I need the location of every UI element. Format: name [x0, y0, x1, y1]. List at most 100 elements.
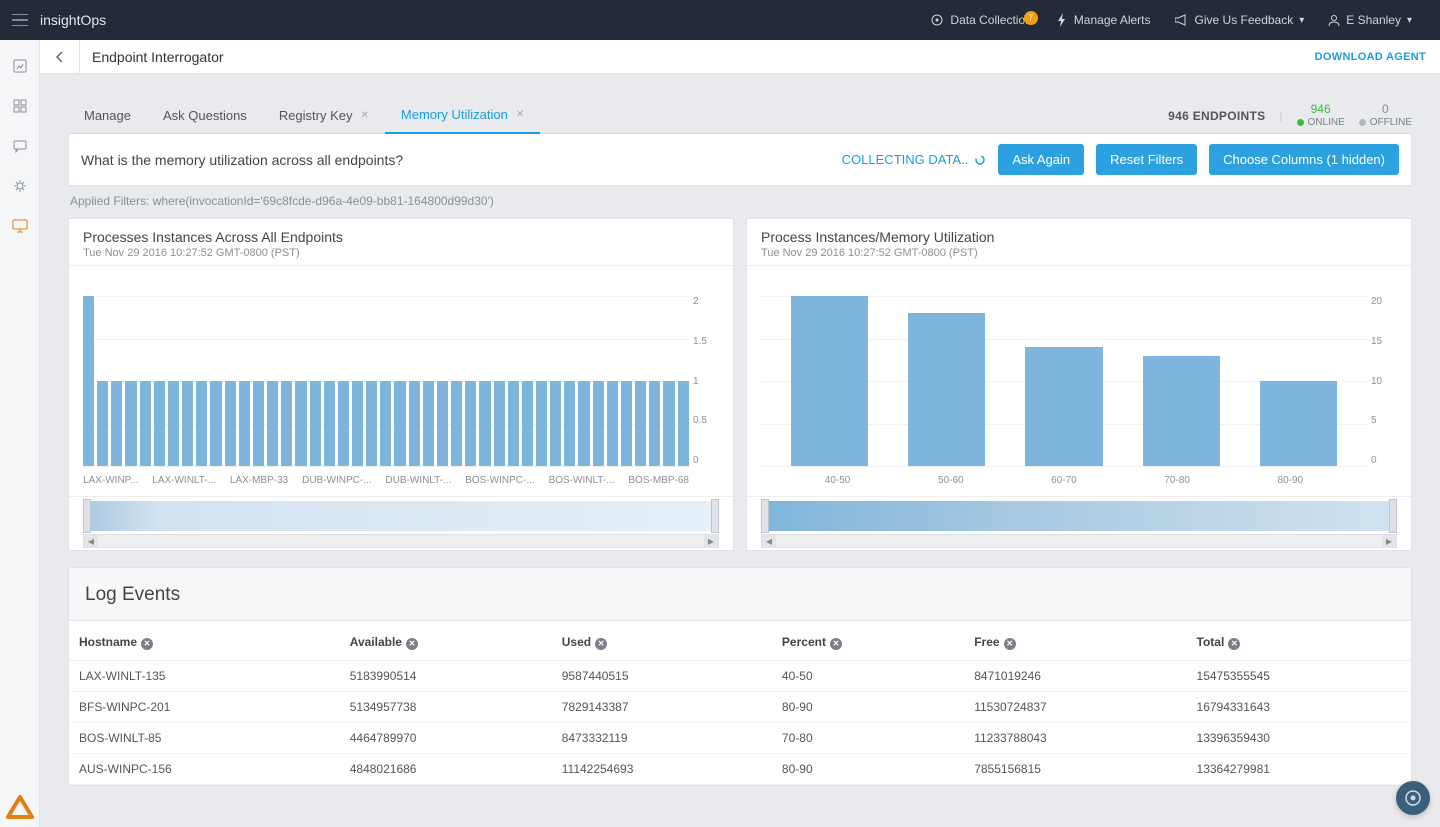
- bar[interactable]: [678, 381, 689, 466]
- bar[interactable]: [635, 381, 646, 466]
- overview-handle-left[interactable]: [761, 499, 769, 533]
- bar[interactable]: [522, 381, 533, 466]
- choose-columns-button[interactable]: Choose Columns (1 hidden): [1209, 144, 1399, 175]
- bar[interactable]: [239, 381, 250, 466]
- column-remove-icon[interactable]: ✕: [830, 638, 842, 650]
- bar[interactable]: [451, 381, 462, 466]
- column-header[interactable]: Free✕: [964, 621, 1186, 660]
- table-row[interactable]: BOS-WINLT-854464789970847333211970-80112…: [69, 722, 1411, 753]
- scroll-left-icon[interactable]: ◀: [84, 535, 98, 547]
- bar[interactable]: [607, 381, 618, 466]
- bar[interactable]: [908, 313, 985, 466]
- chart-body[interactable]: 2 1.5 1 0.5 0 LAX-WINP...LAX-WINLT-...LA…: [69, 266, 733, 496]
- bar[interactable]: [324, 381, 335, 466]
- chart-overview[interactable]: ◀ ▶: [747, 496, 1411, 550]
- column-header[interactable]: Available✕: [340, 621, 552, 660]
- bar[interactable]: [380, 381, 391, 466]
- overview-handle-right[interactable]: [711, 499, 719, 533]
- bar[interactable]: [366, 381, 377, 466]
- bar[interactable]: [154, 381, 165, 466]
- scroll-right-icon[interactable]: ▶: [704, 535, 718, 547]
- table-row[interactable]: BFS-WINPC-2015134957738782914338780-9011…: [69, 691, 1411, 722]
- scroll-right-icon[interactable]: ▶: [1382, 535, 1396, 547]
- bar[interactable]: [394, 381, 405, 466]
- bar[interactable]: [253, 381, 264, 466]
- bar[interactable]: [409, 381, 420, 466]
- rail-card-icon[interactable]: [12, 58, 28, 74]
- back-button[interactable]: [40, 40, 80, 74]
- nav-data-collection[interactable]: Data Collection 7: [918, 13, 1043, 27]
- bar[interactable]: [267, 381, 278, 466]
- tab-memory-utilization[interactable]: Memory Utilization✕: [385, 98, 540, 134]
- bar[interactable]: [1260, 381, 1337, 466]
- bar[interactable]: [621, 381, 632, 466]
- column-remove-icon[interactable]: ✕: [1004, 638, 1016, 650]
- overview-handle-left[interactable]: [83, 499, 91, 533]
- nav-user-menu[interactable]: E Shanley ▾: [1316, 13, 1424, 27]
- menu-icon[interactable]: [0, 14, 40, 26]
- bar[interactable]: [593, 381, 604, 466]
- column-header[interactable]: Total✕: [1187, 621, 1411, 660]
- bar[interactable]: [338, 381, 349, 466]
- bar[interactable]: [663, 381, 674, 466]
- bar[interactable]: [310, 381, 321, 466]
- bar[interactable]: [423, 381, 434, 466]
- help-bubble[interactable]: [1396, 781, 1430, 815]
- bar[interactable]: [97, 381, 108, 466]
- close-icon[interactable]: ✕: [361, 110, 369, 121]
- rail-settings-icon[interactable]: [12, 178, 28, 194]
- column-remove-icon[interactable]: ✕: [595, 638, 607, 650]
- bar[interactable]: [1025, 347, 1102, 466]
- bar[interactable]: [182, 381, 193, 466]
- column-remove-icon[interactable]: ✕: [406, 638, 418, 650]
- overview-scrollbar[interactable]: ◀ ▶: [83, 534, 719, 548]
- chart-body[interactable]: 20 15 10 5 0 40-5050-6060-7070-8080-90: [747, 266, 1411, 496]
- close-icon[interactable]: ✕: [516, 109, 524, 120]
- rail-chat-icon[interactable]: [12, 138, 28, 154]
- scroll-left-icon[interactable]: ◀: [762, 535, 776, 547]
- table-row[interactable]: AUS-WINPC-15648480216861114225469380-907…: [69, 753, 1411, 784]
- bar[interactable]: [125, 381, 136, 466]
- column-header[interactable]: Percent✕: [772, 621, 964, 660]
- bar[interactable]: [578, 381, 589, 466]
- bar[interactable]: [111, 381, 122, 466]
- bar[interactable]: [465, 381, 476, 466]
- bar[interactable]: [281, 381, 292, 466]
- bar[interactable]: [564, 381, 575, 466]
- bar[interactable]: [536, 381, 547, 466]
- column-header[interactable]: Hostname✕: [69, 621, 340, 660]
- bar[interactable]: [168, 381, 179, 466]
- nav-manage-alerts[interactable]: Manage Alerts: [1044, 13, 1163, 27]
- bar[interactable]: [494, 381, 505, 466]
- bar[interactable]: [225, 381, 236, 466]
- chart-overview[interactable]: ◀ ▶: [69, 496, 733, 550]
- bar[interactable]: [791, 296, 868, 466]
- bar[interactable]: [83, 296, 94, 466]
- download-agent-link[interactable]: DOWNLOAD AGENT: [1315, 51, 1426, 63]
- bar[interactable]: [295, 381, 306, 466]
- bar[interactable]: [352, 381, 363, 466]
- overview-handle-right[interactable]: [1389, 499, 1397, 533]
- ask-again-button[interactable]: Ask Again: [998, 144, 1084, 175]
- tab-manage[interactable]: Manage: [68, 98, 147, 134]
- bar[interactable]: [508, 381, 519, 466]
- bar[interactable]: [1143, 356, 1220, 467]
- bar[interactable]: [437, 381, 448, 466]
- bar[interactable]: [140, 381, 151, 466]
- tab-registry-key[interactable]: Registry Key✕: [263, 98, 385, 134]
- tab-ask-questions[interactable]: Ask Questions: [147, 98, 263, 134]
- bar[interactable]: [196, 381, 207, 466]
- bar[interactable]: [479, 381, 490, 466]
- column-header[interactable]: Used✕: [552, 621, 772, 660]
- bar[interactable]: [550, 381, 561, 466]
- column-remove-icon[interactable]: ✕: [1228, 638, 1240, 650]
- column-remove-icon[interactable]: ✕: [141, 638, 153, 650]
- rail-monitor-icon[interactable]: [12, 218, 28, 234]
- reset-filters-button[interactable]: Reset Filters: [1096, 144, 1197, 175]
- table-row[interactable]: LAX-WINLT-1355183990514958744051540-5084…: [69, 660, 1411, 691]
- bar[interactable]: [649, 381, 660, 466]
- nav-feedback[interactable]: Give Us Feedback ▾: [1163, 13, 1317, 27]
- rail-dashboard-icon[interactable]: [12, 98, 28, 114]
- overview-scrollbar[interactable]: ◀ ▶: [761, 534, 1397, 548]
- bar[interactable]: [210, 381, 221, 466]
